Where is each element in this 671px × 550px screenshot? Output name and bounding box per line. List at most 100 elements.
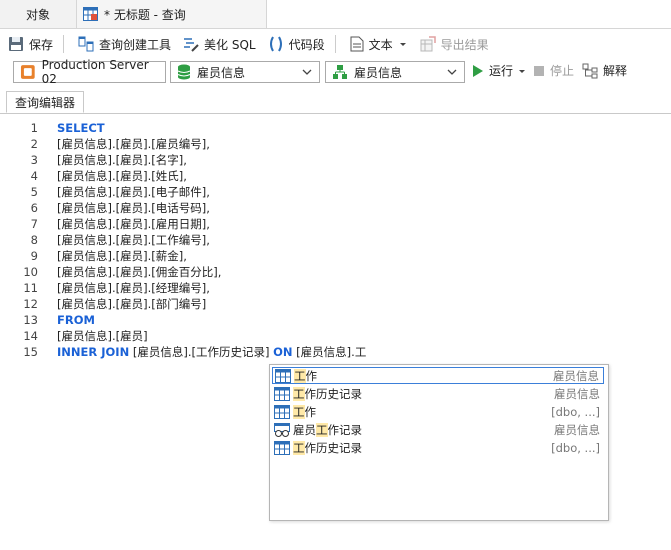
autocomplete-name: 工作历史记录 [293, 440, 551, 456]
line-number: 14 [23, 329, 38, 343]
match-highlight: 工 [316, 422, 328, 437]
connection-value: Production Server 02 [41, 58, 149, 86]
keyword-on: ON [273, 345, 293, 359]
stop-icon [534, 65, 544, 76]
schema-select[interactable]: 雇员信息 [325, 61, 465, 83]
autocomplete-name: 工作 [293, 404, 551, 420]
document-icon [350, 36, 364, 52]
database-select[interactable]: 雇员信息 [170, 61, 320, 83]
tab-query[interactable]: * 无标题 - 查询 [77, 0, 267, 28]
code-text: FROM [57, 313, 95, 327]
table-icon [274, 404, 290, 419]
database-value: 雇员信息 [197, 65, 246, 80]
query-builder-label: 查询创建工具 [99, 37, 172, 52]
name-rest: 作 [304, 404, 317, 419]
code-text: [雇员信息].[雇员].[佣金百分比], [57, 265, 222, 279]
autocomplete-item[interactable]: 工作 雇员信息 [272, 367, 604, 384]
tab-query-editor-label: 查询编辑器 [15, 95, 76, 110]
autocomplete-name: 雇员工作记录 [293, 422, 554, 438]
line-number: 4 [30, 169, 38, 183]
code-line: 11 [雇员信息].[雇员].[经理编号], [0, 280, 660, 296]
beautify-icon [184, 38, 199, 52]
line-number: 5 [30, 185, 38, 199]
autocomplete-item[interactable]: 雇员工作记录 雇员信息 [272, 421, 604, 438]
code-text: [雇员信息].[雇员].[薪金], [57, 249, 187, 263]
autocomplete-schema: [dbo, ...] [551, 440, 600, 455]
line-number: 2 [30, 137, 38, 151]
code-text: [雇员信息].[雇员].[雇员编号], [57, 137, 210, 151]
connection-select[interactable]: Production Server 02 [13, 58, 166, 86]
toolbar-divider [334, 35, 336, 53]
text-mode-button[interactable]: 文本 [346, 33, 412, 55]
autocomplete-item[interactable]: 工作 [dbo, ...] [272, 403, 604, 420]
code-line: 5 [雇员信息].[雇员].[电子邮件], [0, 184, 660, 200]
name-rest: 作 [305, 368, 318, 383]
code-text: SELECT [57, 121, 105, 135]
autocomplete-schema: 雇员信息 [553, 368, 599, 383]
autocomplete-schema: 雇员信息 [554, 422, 600, 437]
code-text: [雇员信息].[雇员].[名字], [57, 153, 187, 167]
match-highlight: 工 [293, 404, 305, 419]
name-rest: 作历史记录 [304, 386, 363, 401]
save-label: 保存 [29, 37, 54, 52]
code-line: 9 [雇员信息].[雇员].[薪金], [0, 248, 660, 264]
name-prefix: 雇员 [293, 422, 316, 437]
stop-button[interactable]: 停止 [533, 62, 574, 79]
autocomplete-schema: 雇员信息 [554, 386, 600, 401]
line-number: 15 [23, 345, 38, 359]
query-table-icon [83, 7, 98, 21]
code-snippet-button[interactable]: 代码段 [264, 33, 329, 55]
text-mode-label: 文本 [368, 37, 393, 52]
code-text: [雇员信息].[雇员].[电子邮件], [57, 185, 210, 199]
code-line: 14 [雇员信息].[雇员] [0, 328, 660, 344]
line-number: 8 [30, 233, 38, 247]
code-line: 7 [雇员信息].[雇员].[雇用日期], [0, 216, 660, 232]
line-number: 10 [23, 265, 38, 279]
tab-query-editor[interactable]: 查询编辑器 [6, 91, 85, 113]
autocomplete-name: 工作 [294, 368, 553, 384]
tab-objects[interactable]: 对象 [0, 0, 77, 28]
stop-label: 停止 [550, 64, 575, 78]
run-button[interactable]: 运行 [472, 62, 532, 79]
match-highlight: 工 [293, 440, 305, 455]
autocomplete-schema: [dbo, ...] [551, 404, 600, 419]
match-highlight: 工 [294, 368, 306, 383]
code-text: INNER JOIN [雇员信息].[工作历史记录] ON [雇员信息].工 [57, 344, 366, 360]
export-results-button[interactable]: 导出结果 [416, 33, 493, 55]
beautify-sql-button[interactable]: 美化 SQL [179, 33, 260, 55]
schema-icon [333, 65, 347, 79]
save-button[interactable]: 保存 [4, 33, 57, 55]
editor-tab-bar: 查询编辑器 [0, 90, 671, 114]
caret-down-icon [399, 43, 406, 46]
query-builder-button[interactable]: 查询创建工具 [74, 33, 175, 55]
code-line: 15 INNER JOIN [雇员信息].[工作历史记录] ON [雇员信息].工 [0, 344, 660, 360]
tab-objects-label: 对象 [25, 7, 50, 22]
code-text: [雇员信息].[雇员] [57, 329, 148, 343]
parentheses-icon [269, 36, 282, 52]
code-line: 12 [雇员信息].[雇员].[部门编号] [0, 296, 660, 312]
name-rest: 作记录 [327, 422, 363, 437]
explain-button[interactable]: 解释 [582, 62, 627, 79]
code-fragment: [雇员信息].工 [292, 345, 367, 359]
line-number: 1 [30, 121, 38, 135]
code-text: [雇员信息].[雇员].[雇用日期], [57, 217, 210, 231]
chevron-down-icon [302, 69, 312, 75]
line-number: 7 [30, 217, 38, 231]
run-label: 运行 [489, 64, 514, 78]
line-number: 13 [23, 313, 38, 327]
code-line: 13 FROM [0, 312, 660, 328]
keyword-inner-join: INNER JOIN [57, 345, 130, 359]
line-number: 6 [30, 201, 38, 215]
beautify-sql-label: 美化 SQL [204, 37, 256, 52]
toolbar: 保存 查询创建工具 美化 SQL 代码段 文本 导出结果 [0, 30, 671, 58]
code-text: [雇员信息].[雇员].[工作编号], [57, 233, 210, 247]
table-icon [274, 386, 290, 401]
play-icon [473, 64, 483, 77]
autocomplete-item[interactable]: 工作历史记录 [dbo, ...] [272, 439, 604, 456]
code-text: [雇员信息].[雇员].[部门编号] [57, 297, 207, 311]
explain-plan-icon [582, 63, 598, 78]
server-icon [20, 65, 35, 79]
database-icon [177, 64, 191, 80]
chevron-down-icon [447, 69, 457, 75]
autocomplete-item[interactable]: 工作历史记录 雇员信息 [272, 385, 604, 402]
